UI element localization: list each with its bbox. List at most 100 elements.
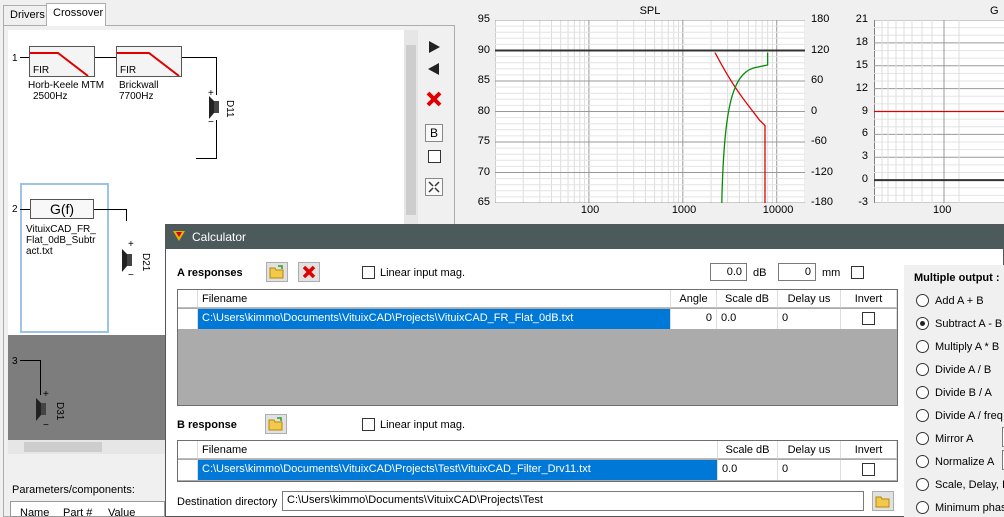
a-col-angle[interactable]: Angle <box>671 290 717 308</box>
app-logo-icon <box>173 231 185 241</box>
a-row-scale[interactable]: 0.0 <box>717 309 778 329</box>
a-row-angle[interactable]: 0 <box>671 309 717 329</box>
fir-block-name: Horb-Keele MTM <box>28 80 105 91</box>
op-radio-3[interactable] <box>916 363 929 376</box>
a-col-delay[interactable]: Delay us <box>778 290 841 308</box>
tab-drivers[interactable]: Drivers <box>3 5 47 25</box>
op-radio-1[interactable] <box>916 317 929 330</box>
op-radio-7[interactable] <box>916 455 929 468</box>
folder-icon <box>875 496 890 508</box>
params-col-value: Value <box>108 507 136 517</box>
spl-x-tick: 1000 <box>671 204 697 216</box>
spl-y-tick: 70 <box>477 165 490 178</box>
gf-file-line-2: Flat_0dB_Subtr <box>26 235 96 246</box>
a-row-delay[interactable]: 0 <box>778 309 841 329</box>
a-row-invert-checkbox[interactable] <box>862 312 875 325</box>
b-col-invert[interactable]: Invert <box>841 441 897 459</box>
params-col-part: Part # <box>63 507 93 517</box>
a-responses-grid[interactable]: Filename Angle Scale dB Delay us Invert … <box>177 289 898 406</box>
wire <box>126 209 127 221</box>
b-col-scale[interactable]: Scale dB <box>718 441 778 459</box>
b-row-scale[interactable]: 0.0 <box>718 460 778 480</box>
side-checkbox[interactable] <box>428 150 441 163</box>
op-radio-8[interactable] <box>916 478 929 491</box>
grid-row-header <box>178 460 198 480</box>
a-linear-input-checkbox[interactable] <box>362 266 375 279</box>
grid-row-header <box>178 441 198 459</box>
browse-destination-button[interactable] <box>872 491 894 511</box>
op-label-6: Mirror A <box>935 433 974 445</box>
move-right-button[interactable] <box>425 38 443 56</box>
op-radio-5[interactable] <box>916 409 929 422</box>
row-number-1: 1 <box>12 53 18 64</box>
b-row-delay[interactable]: 0 <box>778 460 841 480</box>
driver-label-d31: D31 <box>54 402 65 421</box>
a-linear-input-label: Linear input mag. <box>380 267 465 279</box>
play-left-icon <box>428 63 439 75</box>
grid-row-header <box>178 309 198 329</box>
gf-block[interactable]: G(f) <box>30 199 94 219</box>
row-number-2: 2 <box>12 204 18 215</box>
a-col-filename[interactable]: Filename <box>198 290 671 308</box>
op-label-9: Minimum phase <box>935 502 1004 514</box>
op-label-4: Divide B / A <box>935 387 992 399</box>
a-col-scale[interactable]: Scale dB <box>717 290 778 308</box>
g-y-tick: -3 <box>858 196 868 208</box>
fir-block-name: Brickwall <box>119 80 159 91</box>
db-offset-input[interactable]: 0.0 <box>710 263 747 281</box>
spl-y-tick: 80 <box>477 104 490 117</box>
g-chart-plot[interactable] <box>874 20 1004 203</box>
fir-block-brickwall[interactable]: FIR <box>116 46 182 77</box>
op-radio-9[interactable] <box>916 501 929 514</box>
b-col-filename[interactable]: Filename <box>198 441 718 459</box>
open-a-file-button[interactable] <box>266 262 288 282</box>
op-radio-2[interactable] <box>916 340 929 353</box>
op-radio-6[interactable] <box>916 432 929 445</box>
op-radio-0[interactable] <box>916 294 929 307</box>
folder-open-icon <box>269 265 284 279</box>
move-left-button[interactable] <box>425 60 443 78</box>
spl-chart-plot[interactable] <box>495 20 805 203</box>
destination-label: Destination directory <box>177 496 278 508</box>
wire <box>95 57 116 58</box>
driver-minus-sign: − <box>43 420 49 431</box>
offset-checkbox[interactable] <box>851 266 864 279</box>
calculator-title-bar[interactable]: Calculator <box>166 225 1004 249</box>
wire <box>20 209 30 210</box>
canvas-horizontal-scroll-thumb[interactable] <box>24 442 102 452</box>
op-label-3: Divide A / B <box>935 364 992 376</box>
g-y-tick: 0 <box>861 173 868 186</box>
driver-plus-sign: + <box>43 389 49 400</box>
a-col-invert[interactable]: Invert <box>841 290 897 308</box>
fir-block-type: FIR <box>120 65 137 76</box>
delete-block-button[interactable] <box>425 90 443 108</box>
tab-crossover[interactable]: Crossover <box>46 3 106 26</box>
calculator-dialog: Calculator A responses Linear input mag.… <box>165 224 1004 517</box>
op-radio-4[interactable] <box>916 386 929 399</box>
a-row-filename[interactable]: C:\Users\kimmo\Documents\VituixCAD\Proje… <box>198 309 671 329</box>
driver-minus-sign: − <box>208 117 214 128</box>
b-col-delay[interactable]: Delay us <box>778 441 841 459</box>
fit-view-button[interactable] <box>425 178 443 196</box>
mm-offset-input[interactable]: 0 <box>778 263 816 281</box>
driver-plus-sign: + <box>208 88 214 99</box>
wire <box>216 120 217 158</box>
b-button[interactable]: B <box>425 124 443 142</box>
parameters-label: Parameters/components: <box>12 484 135 496</box>
destination-input[interactable]: C:\Users\kimmo\Documents\VituixCAD\Proje… <box>282 491 864 511</box>
remove-a-file-button[interactable] <box>298 262 320 282</box>
spl-phase-tick: 60 <box>811 74 824 86</box>
wire <box>94 209 127 210</box>
gf-file-line-3: act.txt <box>26 246 53 257</box>
row-number-3: 3 <box>12 356 18 367</box>
b-linear-input-checkbox[interactable] <box>362 418 375 431</box>
b-response-grid[interactable]: Filename Scale dB Delay us Invert C:\Use… <box>177 440 898 482</box>
open-b-file-button[interactable] <box>265 414 287 434</box>
spl-phase-tick: 180 <box>811 13 830 25</box>
canvas-vertical-scroll-thumb[interactable] <box>406 45 416 215</box>
b-row-invert-checkbox[interactable] <box>862 463 875 476</box>
b-row-filename[interactable]: C:\Users\kimmo\Documents\VituixCAD\Proje… <box>198 460 718 480</box>
fir-block-horb-keele[interactable]: FIR <box>29 46 95 77</box>
g-y-tick: 9 <box>861 104 868 117</box>
g-y-tick: 12 <box>855 81 868 94</box>
